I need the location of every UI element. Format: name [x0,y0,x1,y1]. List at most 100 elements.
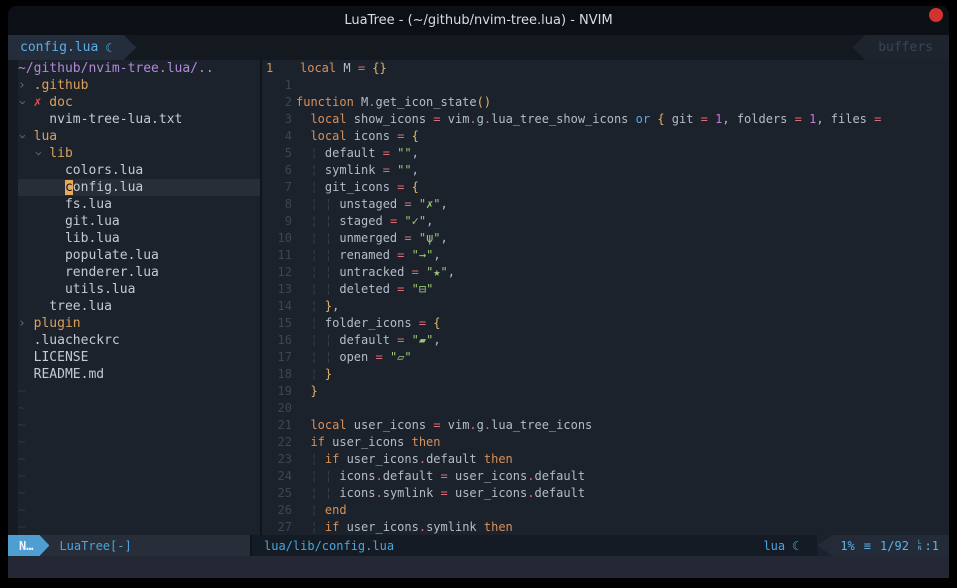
line-number: 13 [262,281,296,298]
code-line[interactable]: 27 ¦ if user_icons.symlink then [262,519,949,535]
code-line[interactable]: 9 ¦ ¦ staged = "✓", [262,213,949,230]
code-line[interactable]: 12 ¦ ¦ untracked = "★", [262,264,949,281]
column-number: :1 [925,539,939,553]
window-title: LuaTree - (~/github/nvim-tree.lua) - NVI… [344,13,612,28]
tree-row[interactable]: git.lua [18,213,260,230]
code-line[interactable]: 20 [262,400,949,417]
tree-row[interactable]: colors.lua [18,162,260,179]
code-line[interactable]: 14 ¦ }, [262,298,949,315]
chevron-down-icon: › [29,150,46,158]
line-number: 27 [262,519,296,535]
tree-row: ~ [18,417,260,434]
chevron-left-icon [817,535,832,556]
code-line[interactable]: 1 [262,77,949,94]
code-line[interactable]: 11 ¦ ¦ renamed = "→", [262,247,949,264]
line-number: 9 [262,213,296,230]
line-position: 1/92 [880,539,909,553]
tree-row[interactable]: › plugin [18,315,260,332]
code-line[interactable]: 22 if user_icons then [262,434,949,451]
code-line[interactable]: 2function M.get_icon_state() [262,94,949,111]
close-button[interactable] [929,8,943,22]
line-number: 25 [262,485,296,502]
tree-row: ~ [18,451,260,468]
chevron-down-icon: › [13,99,30,107]
tree-row[interactable]: populate.lua [18,247,260,264]
line-number: 1 [262,77,296,94]
statusline-filetype: lua ☾ [753,535,817,556]
code-line[interactable]: 21 local user_icons = vim.g.lua_tree_ico… [262,417,949,434]
code-line[interactable]: 4 local icons = { [262,128,949,145]
line-number: 24 [262,468,296,485]
lua-moon-icon: ☾ [792,539,799,553]
code-line[interactable]: 10 ¦ ¦ unmerged = "ψ", [262,230,949,247]
line-number: 15 [262,315,296,332]
line-number: 23 [262,451,296,468]
code-line[interactable]: 26 ¦ end [262,502,949,519]
statusline-position-segment: 1% ≡ 1/92 L N :1 [832,535,949,556]
tree-row[interactable]: tree.lua [18,298,260,315]
tree-row[interactable]: ~/github/nvim-tree.lua/.. [18,60,260,77]
tree-row[interactable]: nvim-tree-lua.txt [18,111,260,128]
line-number: 20 [262,400,296,417]
tree-row[interactable]: › .github [18,77,260,94]
tree-row[interactable]: lib.lua [18,230,260,247]
line-number: 12 [262,264,296,281]
scroll-percent: 1% [840,539,854,553]
buffers-tab[interactable]: buffers [852,35,949,60]
code-line[interactable]: 8 ¦ ¦ unstaged = "✗", [262,196,949,213]
tree-row[interactable]: fs.lua [18,196,260,213]
code-line[interactable]: 5 ¦ default = "", [262,145,949,162]
window-titlebar: LuaTree - (~/github/nvim-tree.lua) - NVI… [8,6,949,35]
line-number: 19 [262,383,296,400]
tree-window-name: LuaTree[-] [49,539,131,553]
code-line[interactable]: 3 local show_icons = vim.g.lua_tree_show… [262,111,949,128]
statusline-filepath: lua/lib/config.lua [250,535,753,556]
code-line[interactable]: 18 ¦ } [262,366,949,383]
code-line[interactable]: 13 ¦ ¦ deleted = "⊟" [262,281,949,298]
tree-row[interactable]: › lib [18,145,260,162]
tab-config-lua[interactable]: config.lua ☾ [8,35,137,60]
code-line[interactable]: 15 ¦ folder_icons = { [262,315,949,332]
line-number: 2 [262,94,296,111]
code-line[interactable]: 24 ¦ ¦ icons.default = user_icons.defaul… [262,468,949,485]
tree-row[interactable]: config.lua [18,179,260,196]
command-line[interactable] [8,556,949,578]
code-area[interactable]: 1local M = {}12function M.get_icon_state… [260,60,949,535]
code-line[interactable]: 25 ¦ ¦ icons.symlink = user_icons.defaul… [262,485,949,502]
line-number: 22 [262,434,296,451]
line-number: 10 [262,230,296,247]
mode-indicator: N… [8,535,49,556]
tree-row[interactable]: › lua [18,128,260,145]
line-number: 18 [262,366,296,383]
tree-row[interactable]: .luacheckrc [18,332,260,349]
terminal-window: config.lua ☾ buffers ~/github/nvim-tree.… [8,35,949,578]
line-number: 5 [262,145,296,162]
code-line[interactable]: 1local M = {} [262,60,949,77]
lua-moon-icon: ☾ [105,41,112,55]
code-line[interactable]: 16 ¦ ¦ default = "▰", [262,332,949,349]
tree-row: ~ [18,468,260,485]
code-line[interactable]: 6 ¦ symlink = "", [262,162,949,179]
code-line[interactable]: 19 } [262,383,949,400]
tree-row: ~ [18,519,260,535]
code-line[interactable]: 17 ¦ ¦ open = "▱" [262,349,949,366]
code-line[interactable]: 23 ¦ if user_icons.default then [262,451,949,468]
tree-row[interactable]: › ✗ doc [18,94,260,111]
line-number: 17 [262,349,296,366]
tree-row[interactable]: renderer.lua [18,264,260,281]
line-number: 11 [262,247,296,264]
code-line[interactable]: 7 ¦ git_icons = { [262,179,949,196]
filetype-label: lua [763,539,785,553]
tree-row[interactable]: utils.lua [18,281,260,298]
line-number: 6 [262,162,296,179]
line-number-icon: L N [918,540,922,552]
tree-row[interactable]: LICENSE [18,349,260,366]
file-tree[interactable]: ~/github/nvim-tree.lua/..› .github› ✗ do… [8,60,260,535]
tree-row: ~ [18,434,260,451]
chevron-down-icon: › [13,133,30,141]
tree-row: ~ [18,383,260,400]
tab-label: config.lua [20,40,98,55]
tree-row[interactable]: README.md [18,366,260,383]
line-number: 14 [262,298,296,315]
chevron-right-icon: › [18,316,26,331]
